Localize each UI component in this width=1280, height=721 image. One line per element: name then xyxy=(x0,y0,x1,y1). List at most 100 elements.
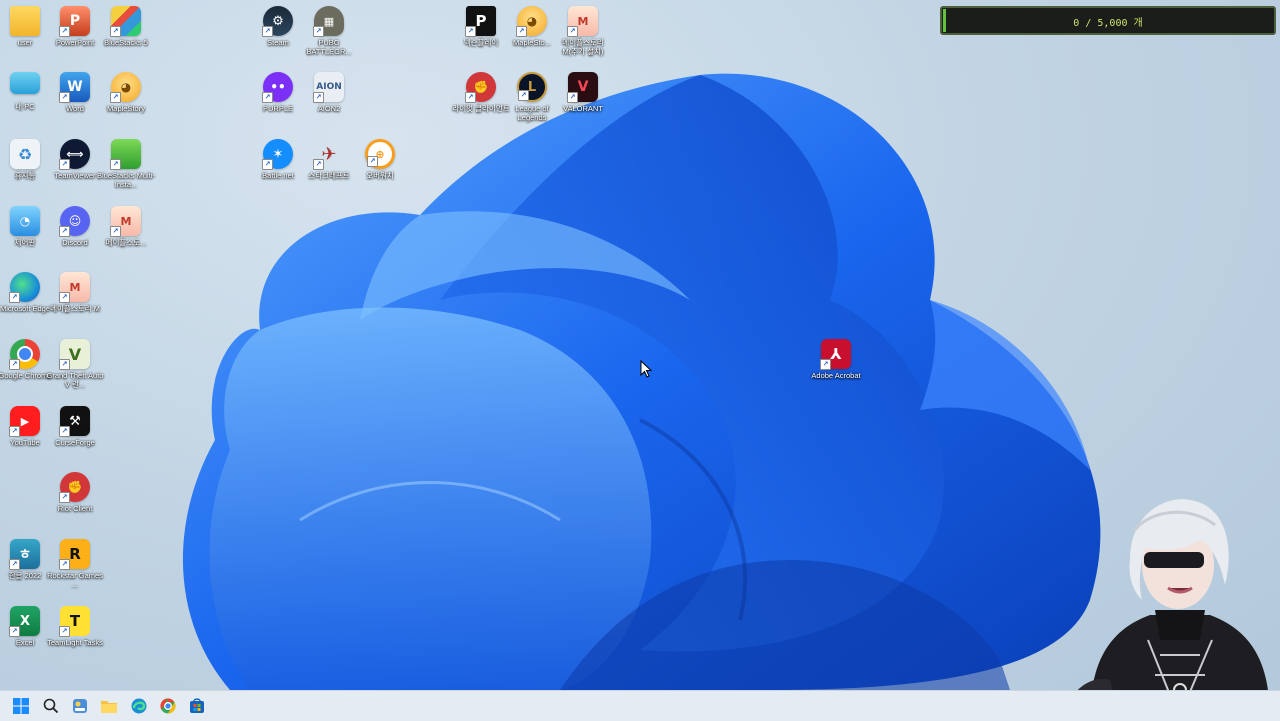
desktop-icon-word[interactable]: W ↗ Word xyxy=(46,72,104,113)
starcraft-icon: ✈ ↗ xyxy=(313,139,344,170)
desktop-icon-maplestory[interactable]: ◕ ↗ MapleStory xyxy=(97,72,155,113)
desktop-icon-discord[interactable]: ☺ ↗ Discord xyxy=(46,206,104,247)
discord-icon: ☺ ↗ xyxy=(59,206,90,237)
icon-label: PowerPoint xyxy=(55,38,95,47)
purple-icon: •• ↗ xyxy=(262,72,293,103)
teamviewer-icon: ⟺ ↗ xyxy=(59,139,90,170)
recycle-bin-icon: ♻ xyxy=(10,139,40,169)
desktop-icon-starcraft[interactable]: ✈ ↗ 스타크래프트 xyxy=(300,139,358,181)
desktop-icon-nexon-play[interactable]: P ↗ 넥슨플레이 xyxy=(452,6,510,47)
icon-label: Battle.net xyxy=(262,171,294,180)
desktop-icon-rockstar[interactable]: R ↗ Rockstar Games ... xyxy=(46,539,104,589)
desktop-icon-league[interactable]: L ↗ League of Legends xyxy=(503,72,561,122)
gta5-icon: V ↗ xyxy=(59,339,90,370)
goal-counter-bar: 0 / 5,000 개 xyxy=(940,6,1276,35)
icon-label: TeamViewer xyxy=(54,171,96,180)
icon-label: BlueStacks 5 xyxy=(104,38,148,47)
curseforge-icon: ⚒ ↗ xyxy=(59,406,90,437)
folder-icon xyxy=(10,6,40,36)
maplestory-icon: ◕ ↗ xyxy=(110,72,141,103)
nexon-play-icon: P ↗ xyxy=(465,6,496,37)
edge-icon: ↗ xyxy=(9,272,40,303)
icon-label: PUBG BATTLEGR... xyxy=(306,38,352,56)
desktop-icon-bluestacks-multi[interactable]: ↗ BlueStacks Multi-Insta... xyxy=(97,139,155,189)
bluestacks-icon: ↗ xyxy=(110,6,141,37)
icon-label: AION2 xyxy=(317,104,341,113)
maplestory-m-icon: M ↗ xyxy=(567,6,598,37)
desktop-icon-teamlight[interactable]: T ↗ TeamLight Tasks xyxy=(46,606,104,647)
overwatch-icon: ⊕ ↗ xyxy=(365,139,395,169)
aion2-icon: AION ↗ xyxy=(313,72,344,103)
store-icon[interactable] xyxy=(188,697,206,715)
icon-label: BlueStacks Multi-Insta... xyxy=(97,171,155,189)
bluestacks-multi-icon: ↗ xyxy=(110,139,141,170)
start-icon[interactable] xyxy=(12,697,30,715)
league-icon: L ↗ xyxy=(517,72,547,102)
desktop-icon-maplestory-m2[interactable]: M ↗ 메이플스토... xyxy=(97,206,155,247)
icon-label: 라이엇 클라이언트 xyxy=(452,104,510,113)
powerpoint-icon: P ↗ xyxy=(59,6,90,37)
hangul-icon: ㅎ ↗ xyxy=(9,539,40,570)
maplestory-m-icon: M ↗ xyxy=(110,206,141,237)
icon-label: 메이플스토리 M(추가 설치) xyxy=(562,38,604,56)
steam-icon: ⚙ ↗ xyxy=(262,6,293,37)
desktop-icon-bluestacks5[interactable]: ↗ BlueStacks 5 xyxy=(97,6,155,47)
desktop-icon-battlenet[interactable]: ✶ ↗ Battle.net xyxy=(249,139,307,180)
desktop-icon-teamviewer[interactable]: ⟺ ↗ TeamViewer xyxy=(46,139,104,180)
monitor-icon xyxy=(10,72,40,94)
desktop-icon-valorant[interactable]: V ↗ VALORANT xyxy=(554,72,612,113)
icon-label: MapleStory xyxy=(107,104,145,113)
maplestory-m-icon: M ↗ xyxy=(59,272,90,303)
desktop-icon-curseforge[interactable]: ⚒ ↗ CurseForge xyxy=(46,406,104,447)
desktop-icon-pubg[interactable]: ▦ ↗ PUBG BATTLEGR... xyxy=(300,6,358,56)
icon-label: MapleSto... xyxy=(513,38,551,47)
icon-label: League of Legends xyxy=(515,104,549,122)
icon-label: CurseForge xyxy=(55,438,95,447)
desktop-icon-powerpoint[interactable]: P ↗ PowerPoint xyxy=(46,6,104,47)
rockstar-icon: R ↗ xyxy=(59,539,90,570)
desktop-icon-riot-client[interactable]: ✊ ↗ Riot Client xyxy=(46,472,104,513)
icon-label: 오버워치 xyxy=(366,171,394,180)
search-icon[interactable] xyxy=(42,697,60,715)
icon-label: 스타크래프트 xyxy=(308,171,350,180)
icon-label: Steam xyxy=(267,38,289,47)
edge-icon[interactable] xyxy=(130,697,148,715)
vtuber-avatar xyxy=(1060,499,1270,720)
icon-label: 넥슨플레이 xyxy=(463,38,499,47)
goal-counter-text: 0 / 5,000 개 xyxy=(1073,18,1143,29)
excel-icon: X ↗ xyxy=(9,606,40,637)
desktop-icon-riot-client-top[interactable]: ✊ ↗ 라이엇 클라이언트 xyxy=(452,72,510,113)
control-panel-icon: ◔ xyxy=(10,206,40,236)
desktop-icon-aion2[interactable]: AION ↗ AION2 xyxy=(300,72,358,113)
maplestory-icon: ◕ ↗ xyxy=(516,6,547,37)
desktop-icon-steam[interactable]: ⚙ ↗ Steam xyxy=(249,6,307,47)
taskbar xyxy=(0,690,1280,721)
widgets-icon[interactable] xyxy=(71,697,89,715)
icon-label: TeamLight Tasks xyxy=(47,638,103,647)
chrome-icon: ↗ xyxy=(9,339,40,370)
adobe-acrobat-icon: ⅄ ↗ xyxy=(820,339,851,370)
desktop-icon-maplestory-m-top[interactable]: M ↗ 메이플스토리 M(추가 설치) xyxy=(554,6,612,56)
icon-label: Grand Theft Auto V 런... xyxy=(46,371,104,389)
desktop-icon-purple[interactable]: •• ↗ PURPLE xyxy=(249,72,307,113)
desktop-icon-maplestory-top[interactable]: ◕ ↗ MapleSto... xyxy=(503,6,561,47)
desktop-icon-acrobat[interactable]: ⅄ ↗ Adobe Acrobat xyxy=(807,339,865,380)
icon-label: Rockstar Games ... xyxy=(47,571,103,589)
riot-client-icon: ✊ ↗ xyxy=(59,472,90,503)
pubg-helmet-icon: ▦ ↗ xyxy=(313,6,344,37)
icon-label: 메이플스토리 M xyxy=(50,304,100,313)
icon-label: PURPLE xyxy=(262,104,293,113)
mouse-cursor xyxy=(640,360,652,378)
desktop-icon-overwatch[interactable]: ⊕ ↗ 오버워치 xyxy=(351,139,409,180)
icon-label: 메이플스토... xyxy=(105,238,147,247)
word-icon: W ↗ xyxy=(59,72,90,103)
desktop-icon-gta5[interactable]: V ↗ Grand Theft Auto V 런... xyxy=(46,339,104,389)
file-explorer-icon[interactable] xyxy=(100,697,118,715)
valorant-icon: V ↗ xyxy=(567,72,598,103)
riot-client-icon: ✊ ↗ xyxy=(465,72,496,103)
icon-label: Adobe Acrobat xyxy=(811,371,861,380)
desktop-icon-maplestory-m[interactable]: M ↗ 메이플스토리 M xyxy=(46,272,104,313)
icon-label: Word xyxy=(66,104,84,113)
chrome-icon[interactable] xyxy=(159,697,177,715)
teamlight-icon: T ↗ xyxy=(59,606,90,637)
